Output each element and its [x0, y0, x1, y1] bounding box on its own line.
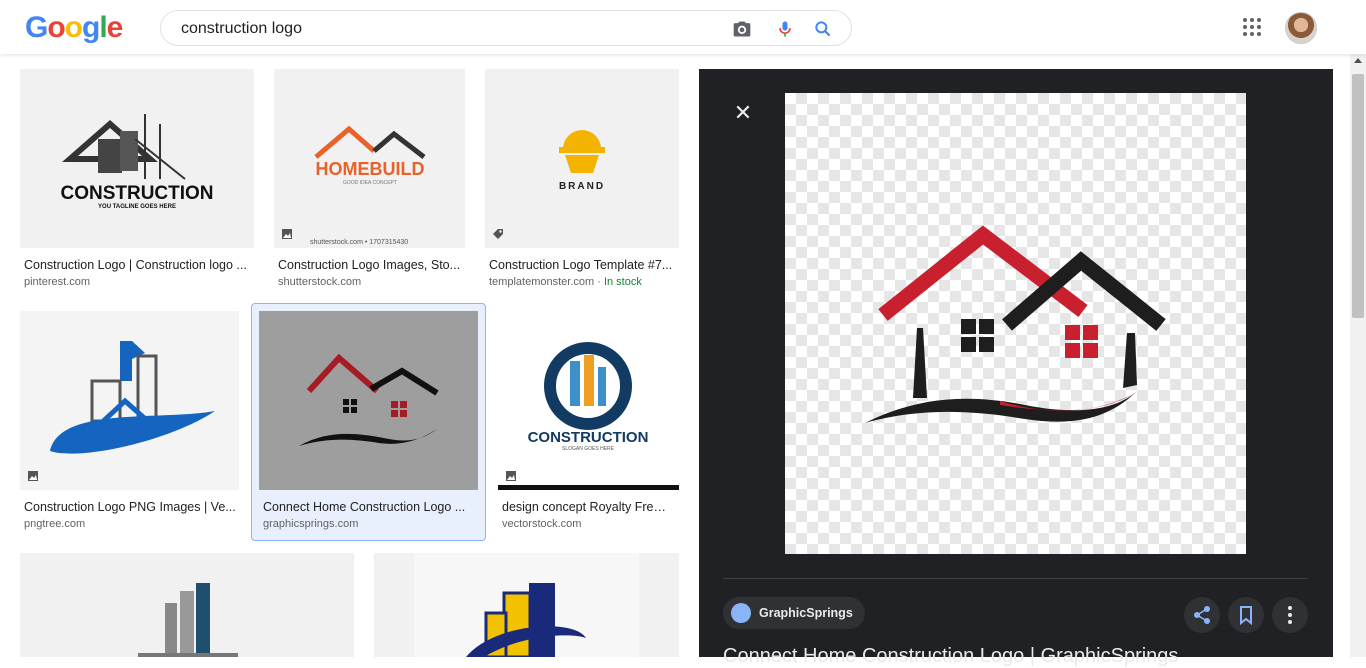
- scroll-up-icon[interactable]: [1354, 58, 1362, 63]
- result-thumbnail[interactable]: [259, 311, 478, 490]
- thumb-tagline: YOU TAGLINE GOES HERE: [98, 204, 176, 210]
- result-title[interactable]: Construction Logo Template #7...: [489, 258, 677, 272]
- camera-icon[interactable]: [732, 19, 752, 39]
- yellow-buildings-logo-image: [414, 553, 639, 657]
- logo-letter: o: [47, 11, 65, 44]
- in-stock-label: In stock: [603, 276, 642, 288]
- connect-home-logo-large: [865, 225, 1166, 423]
- microphone-icon[interactable]: [775, 19, 795, 39]
- logo-letter: g: [82, 11, 100, 44]
- result-title[interactable]: design concept Royalty Free ...: [502, 500, 672, 514]
- logo-letter: e: [106, 11, 124, 44]
- result-thumbnail[interactable]: CONSTRUCTION YOU TAGLINE GOES HERE: [20, 69, 254, 248]
- gear-construction-logo-image: CONSTRUCTION SLOGAN GOES HERE: [498, 342, 679, 490]
- globe-icon: [731, 603, 751, 623]
- result-source-domain: templatemonster.com: [489, 276, 595, 288]
- result-thumbnail[interactable]: [20, 553, 354, 657]
- tag-icon: [493, 229, 503, 239]
- result-source[interactable]: shutterstock.com: [278, 276, 361, 288]
- save-button[interactable]: [1228, 597, 1264, 633]
- scroll-thumb[interactable]: [1352, 74, 1364, 318]
- blue-swoosh-building-logo-image: [50, 341, 215, 454]
- result-thumbnail[interactable]: BRAND: [485, 69, 679, 248]
- result-thumbnail[interactable]: [374, 553, 679, 657]
- result-thumbnail[interactable]: HOMEBUILD GOOD IDEA CONCEPT shutterstock…: [274, 69, 465, 248]
- avatar[interactable]: [1285, 12, 1317, 44]
- result-tile[interactable]: HOMEBUILD GOOD IDEA CONCEPT shutterstock…: [274, 69, 466, 299]
- skyscraper-logo-image: [138, 583, 238, 657]
- close-icon[interactable]: ✕: [731, 101, 755, 125]
- search-input[interactable]: [181, 18, 701, 40]
- search-icon[interactable]: [813, 19, 833, 39]
- source-chip[interactable]: GraphicSprings: [723, 597, 865, 629]
- result-source[interactable]: pinterest.com: [24, 276, 90, 288]
- thumb-label: CONSTRUCTION: [528, 429, 649, 446]
- preview-image[interactable]: [785, 93, 1246, 554]
- result-tile[interactable]: [20, 553, 354, 657]
- homebuild-logo-image: HOMEBUILD GOOD IDEA CONCEPT shutterstock…: [310, 125, 426, 246]
- thumb-label: BRAND: [559, 181, 605, 192]
- result-source[interactable]: vectorstock.com: [502, 518, 581, 530]
- result-tile[interactable]: Construction Logo PNG Images | Ve... png…: [20, 311, 240, 541]
- result-title[interactable]: Construction Logo Images, Sto...: [278, 258, 462, 272]
- thumb-watermark: shutterstock.com • 1707315430: [310, 239, 408, 246]
- panel-divider: [723, 578, 1308, 579]
- image-preview-panel: ✕ GraphicSprings Connect Home Constructi…: [699, 69, 1333, 667]
- bookmark-icon: [1240, 606, 1252, 626]
- header: Google: [0, 0, 1366, 54]
- result-thumbnail[interactable]: [20, 311, 239, 490]
- result-title[interactable]: Construction Logo | Construction logo ..…: [24, 258, 250, 272]
- result-tile[interactable]: BRAND Construction Logo Template #7... t…: [485, 69, 679, 299]
- more-vert-icon: [1288, 606, 1292, 624]
- page-scrollbar[interactable]: [1350, 54, 1366, 657]
- result-tile[interactable]: CONSTRUCTION SLOGAN GOES HERE design con…: [498, 311, 679, 541]
- result-source[interactable]: templatemonster.com · In stock: [489, 276, 642, 288]
- apps-grid-icon[interactable]: [1243, 18, 1261, 36]
- result-tile[interactable]: CONSTRUCTION YOU TAGLINE GOES HERE Const…: [20, 69, 255, 299]
- thumb-tagline: GOOD IDEA CONCEPT: [343, 180, 397, 186]
- logo-letter: l: [99, 11, 107, 44]
- share-icon: [1194, 606, 1210, 624]
- logo-letter: G: [25, 11, 48, 44]
- logo-letter: o: [64, 11, 83, 44]
- thumb-label: CONSTRUCTION: [60, 183, 213, 204]
- thumb-label: HOMEBUILD: [316, 159, 425, 179]
- connect-home-logo-image: [299, 353, 439, 446]
- thumb-tagline: SLOGAN GOES HERE: [562, 446, 615, 452]
- image-icon: [506, 471, 516, 481]
- brand-helmet-logo-image: BRAND: [559, 130, 605, 192]
- construction-logo-image: CONSTRUCTION YOU TAGLINE GOES HERE: [60, 114, 214, 210]
- search-box[interactable]: [160, 10, 852, 46]
- share-button[interactable]: [1184, 597, 1220, 633]
- result-title[interactable]: Construction Logo PNG Images | Ve...: [24, 500, 238, 514]
- image-icon: [282, 229, 292, 239]
- result-source[interactable]: pngtree.com: [24, 518, 85, 530]
- result-tile-selected[interactable]: Connect Home Construction Logo ... graph…: [259, 311, 479, 541]
- result-thumbnail[interactable]: CONSTRUCTION SLOGAN GOES HERE: [498, 311, 679, 490]
- source-name: GraphicSprings: [759, 606, 853, 620]
- image-icon: [28, 471, 38, 481]
- result-title[interactable]: Connect Home Construction Logo ...: [263, 500, 473, 514]
- result-source[interactable]: graphicsprings.com: [263, 518, 358, 530]
- result-tile[interactable]: [374, 553, 679, 657]
- google-logo[interactable]: Google: [25, 11, 124, 45]
- more-options-button[interactable]: [1272, 597, 1308, 633]
